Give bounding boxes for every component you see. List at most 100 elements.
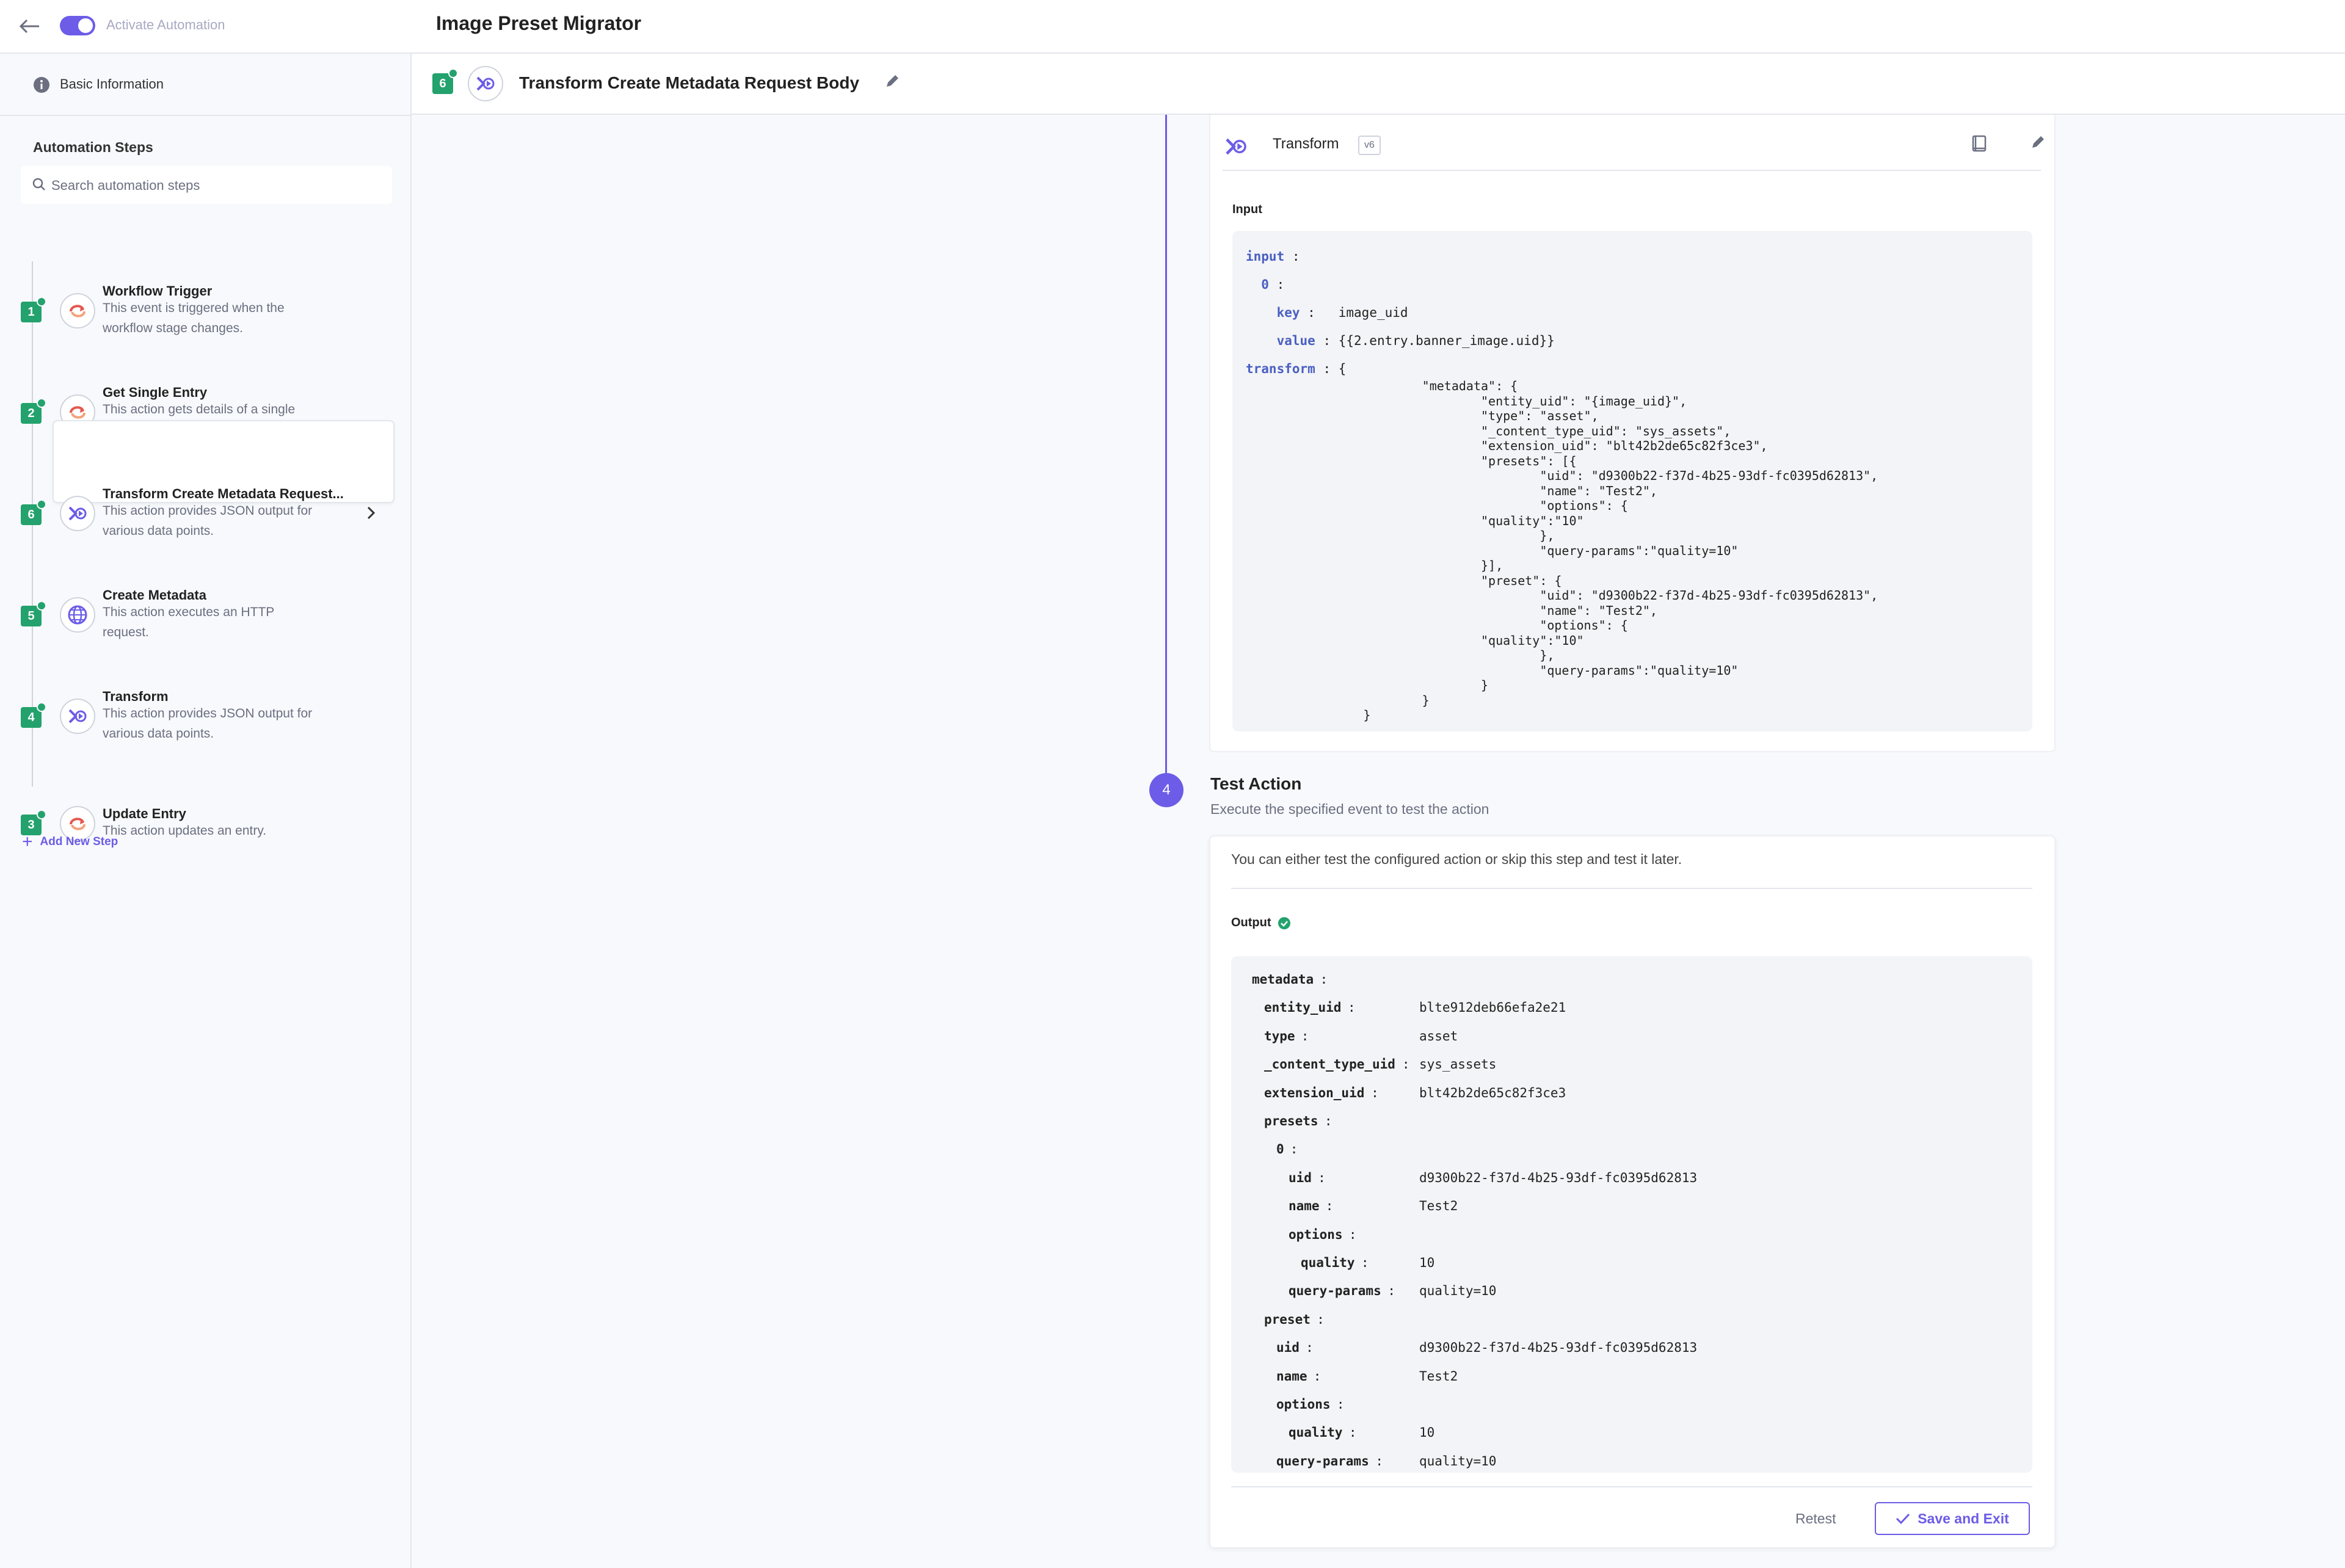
back-arrow-icon[interactable] (15, 11, 45, 42)
output-value: sys_assets (1419, 1057, 1497, 1072)
output-key: options (1276, 1397, 1331, 1412)
output-value: asset (1419, 1028, 1458, 1044)
edit-pencil-icon[interactable] (2030, 134, 2046, 150)
step-title: Update Entry (103, 806, 186, 821)
sidebar-step-get-single-entry[interactable]: 2 Get Single Entry This action gets deta… (0, 327, 410, 437)
transform-icon (1226, 138, 1246, 155)
top-bar: Activate Automation Image Preset Migrato… (0, 0, 2345, 54)
output-key: quality (1289, 1425, 1343, 1440)
output-separator: : (1336, 1397, 1345, 1412)
output-separator: : (1324, 1114, 1332, 1128)
output-separator: : (1387, 1283, 1396, 1299)
output-separator: : (1361, 1255, 1369, 1270)
search-steps-input[interactable] (50, 172, 382, 199)
edit-pencil-icon[interactable] (884, 73, 900, 89)
code-line: } (1304, 678, 1489, 692)
step-title: Create Metadata (103, 587, 206, 603)
code-line: }, (1304, 648, 1555, 662)
output-separator: : (1290, 1142, 1298, 1157)
code-line: "metadata": { (1304, 379, 1518, 393)
step-number-badge: 4 (21, 702, 46, 728)
output-value: Test2 (1419, 1368, 1458, 1384)
step-header: 6 Transform Create Metadata Request Body (412, 54, 2345, 115)
output-separator: : (1320, 972, 1328, 987)
sidebar-step-transform[interactable]: 4 Transform This action provides JSON ou… (0, 631, 410, 741)
documentation-book-icon[interactable] (1970, 134, 1988, 153)
output-key: query-params (1289, 1283, 1381, 1299)
code-line: "options": { (1304, 618, 1628, 633)
save-and-exit-button[interactable]: Save and Exit (1875, 1502, 2030, 1535)
output-separator: : (1301, 1028, 1309, 1044)
output-separator: : (1348, 1227, 1357, 1242)
output-code-block: metadata: entity_uid: blte912deb66efa2e21 t… (1231, 956, 2032, 1473)
output-key: name (1289, 1199, 1320, 1214)
code-line: "name": "Test2", (1304, 483, 1657, 498)
code-line: "quality":"10" (1304, 633, 1584, 648)
step-title: Get Single Entry (103, 385, 208, 400)
step-number-badge: 2 (21, 398, 46, 424)
step-number-badge: 6 (432, 68, 458, 94)
sidebar-step-workflow-trigger[interactable]: 1 Workflow Trigger This event is trigger… (0, 226, 410, 335)
globe-icon (60, 597, 95, 633)
step-description: This action updates an entry. (103, 824, 267, 838)
output-key: metadata (1252, 972, 1314, 987)
retest-button[interactable]: Retest (1783, 1503, 1848, 1534)
output-separator: : (1325, 1199, 1334, 1214)
code-line: 0 : (1246, 277, 1285, 292)
output-key: options (1289, 1227, 1343, 1242)
code-line: "options": { (1304, 498, 1628, 513)
output-key: preset (1264, 1312, 1311, 1327)
code-line: key : image_uid (1246, 305, 1408, 320)
divider (1231, 888, 2032, 889)
search-icon (32, 178, 45, 191)
code-line: "_content_type_uid": "sys_assets", (1304, 423, 1731, 438)
output-key: type (1264, 1028, 1295, 1044)
transform-icon (60, 699, 95, 734)
code-line: } (1304, 708, 1371, 722)
output-separator: : (1317, 1312, 1325, 1327)
plus-icon: + (22, 832, 33, 852)
step-title: Workflow Trigger (103, 283, 213, 299)
add-new-step-button[interactable]: + Add New Step (22, 832, 118, 852)
test-output-card: You can either test the configured actio… (1209, 835, 2056, 1548)
sidebar-step-create-metadata[interactable]: 5 Create Metadata This action executes a… (0, 530, 410, 639)
output-key: entity_uid (1264, 1000, 1342, 1015)
toggle-label: Activate Automation (106, 17, 225, 32)
output-key: _content_type_uid (1264, 1057, 1395, 1072)
output-separator: : (1306, 1340, 1314, 1356)
transform-config-card: Transform v6 Input input : 0 : key : ima… (1209, 115, 2056, 752)
output-key: presets (1264, 1114, 1318, 1128)
output-key: extension_uid (1264, 1085, 1365, 1100)
step-description: This action provides JSON output for var… (103, 706, 313, 741)
output-label-row: Output (1231, 916, 1291, 930)
test-note: You can either test the configured actio… (1231, 851, 1682, 867)
basic-information-label: Basic Information (60, 76, 164, 92)
output-key: query-params (1276, 1453, 1369, 1468)
workflow-trigger-icon (60, 293, 95, 328)
activate-automation-toggle[interactable] (60, 16, 95, 35)
output-value: blt42b2de65c82f3ce3 (1419, 1085, 1566, 1100)
step-number-badge: 6 (21, 499, 46, 525)
divider (1231, 1486, 2032, 1487)
code-line: } (1304, 692, 1430, 708)
code-line: input : (1246, 249, 1300, 264)
code-line: transform : { (1246, 361, 1347, 376)
sidebar: Basic Information Automation Steps 1 Wor… (0, 54, 412, 1568)
code-line: "extension_uid": "blt42b2de65c82f3ce3", (1304, 438, 1768, 453)
sidebar-step-transform-create-metadata[interactable]: 6 Transform Create Metadata Request... T… (0, 420, 410, 538)
sidebar-step-update-entry[interactable]: 3 Update Entry This action updates an en… (0, 739, 410, 841)
step-title: Transform Create Metadata Request Body (519, 73, 860, 92)
code-line: }, (1304, 528, 1555, 543)
output-key: quality (1301, 1255, 1355, 1270)
code-line: "query-params":"quality=10" (1304, 543, 1739, 558)
output-separator: : (1348, 1000, 1356, 1015)
code-line: "entity_uid": "{image_uid}", (1304, 393, 1687, 408)
automation-steps-heading: Automation Steps (33, 139, 153, 155)
output-value: d9300b22-f37d-4b25-93df-fc0395d62813 (1419, 1170, 1698, 1185)
output-value: Test2 (1419, 1199, 1458, 1214)
output-value: d9300b22-f37d-4b25-93df-fc0395d62813 (1419, 1340, 1698, 1356)
search-steps-box (21, 166, 392, 204)
basic-information-tab[interactable]: Basic Information (0, 54, 410, 116)
code-line: "type": "asset", (1304, 408, 1599, 423)
output-separator: : (1402, 1057, 1410, 1072)
